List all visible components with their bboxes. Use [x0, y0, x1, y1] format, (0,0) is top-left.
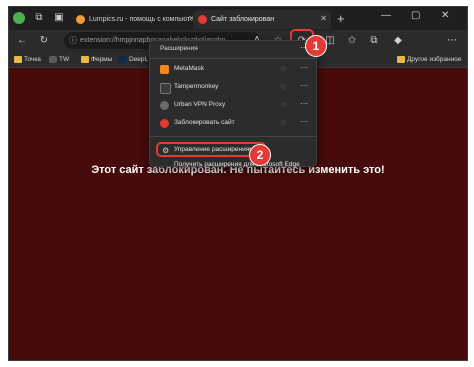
maximize-icon[interactable]: ▢ — [411, 10, 420, 21]
vpn-icon — [160, 101, 169, 110]
callout-step-2: 2 — [249, 144, 271, 166]
extension-item-urban-vpn[interactable]: Urban VPN Proxy ◌ ⋯ — [150, 98, 316, 113]
folder-icon — [397, 56, 405, 63]
eye-off-icon[interactable]: ◌ — [281, 82, 286, 91]
more-icon[interactable]: ⋯ — [445, 34, 459, 48]
info-icon[interactable]: ⓘ — [69, 32, 77, 49]
bookmark-folder[interactable]: Точка — [14, 54, 41, 65]
workspaces-icon[interactable]: ⧉ — [33, 12, 45, 24]
bookmark-item[interactable]: TW — [49, 54, 69, 65]
tab-label: Lumpics.ru - помощь с компьют… — [89, 16, 198, 23]
tampermonkey-icon — [160, 83, 171, 94]
eye-off-icon[interactable]: ◌ — [281, 118, 286, 127]
extensions-menu: Расширения ⋯ MetaMask ◌ ⋯ Tampermonkey ◌… — [149, 40, 317, 168]
tab-label: Сайт заблокирован — [211, 16, 275, 23]
callout-step-1: 1 — [305, 35, 327, 57]
bookmark-folder[interactable]: Фермы — [81, 54, 112, 65]
more-icon[interactable]: ⋯ — [300, 63, 308, 72]
folder-icon — [14, 56, 22, 63]
menu-title: Расширения — [160, 45, 198, 52]
avatar[interactable] — [13, 12, 25, 24]
bookmark-label: Фермы — [91, 56, 113, 63]
tab-strip: ⧉ ▣ Lumpics.ru - помощь с компьют… ✕ Сай… — [9, 7, 467, 30]
bookmark-folder-other[interactable]: Другое избранное — [397, 54, 461, 65]
blocked-favicon-icon — [198, 15, 207, 24]
lumpics-favicon-icon — [76, 15, 85, 24]
extension-name: Tampermonkey — [174, 83, 219, 90]
manage-extensions-label: Управление расширениями — [174, 146, 258, 153]
site-icon — [49, 56, 57, 63]
eye-off-icon[interactable]: ◌ — [281, 64, 286, 73]
close-tab-icon[interactable]: ✕ — [320, 14, 327, 23]
refresh-icon[interactable]: ↻ — [37, 34, 51, 48]
tab-lumpics[interactable]: Lumpics.ru - помощь с компьют… ✕ — [71, 10, 199, 29]
bookmark-label: TW — [59, 56, 70, 63]
favorites-icon[interactable]: ✩ — [345, 34, 359, 48]
minimize-icon[interactable]: — — [381, 10, 391, 21]
collections-icon[interactable]: ⧉ — [367, 34, 381, 48]
more-icon[interactable]: ⋯ — [300, 99, 308, 108]
get-extensions-item[interactable]: Получить расширения для Microsoft Edge — [174, 161, 300, 168]
more-icon[interactable]: ⋯ — [300, 81, 308, 90]
folder-icon — [81, 56, 89, 63]
browser-window: ⧉ ▣ Lumpics.ru - помощь с компьют… ✕ Сай… — [8, 6, 468, 361]
tab-blocked[interactable]: Сайт заблокирован ✕ — [193, 10, 331, 29]
copilot-icon[interactable]: ◆ — [391, 34, 405, 48]
extension-name: Urban VPN Proxy — [174, 101, 226, 108]
close-window-icon[interactable]: ✕ — [441, 10, 449, 21]
extension-item-tampermonkey[interactable]: Tampermonkey ◌ ⋯ — [150, 80, 316, 95]
deepl-icon — [119, 56, 127, 63]
back-icon[interactable]: ← — [15, 34, 29, 48]
extension-item-block-site[interactable]: Заблокировать сайт ◌ ⋯ — [150, 116, 316, 131]
divider — [150, 136, 316, 137]
extension-name: MetaMask — [174, 65, 204, 72]
extension-name: Заблокировать сайт — [174, 119, 235, 126]
bookmark-label: DeepL — [129, 56, 149, 63]
block-site-icon — [160, 119, 169, 128]
new-tab-icon[interactable]: + — [337, 11, 345, 26]
tab-actions-icon[interactable]: ▣ — [53, 12, 65, 24]
more-icon[interactable]: ⋯ — [300, 117, 308, 126]
bookmark-item[interactable]: DeepL — [119, 54, 148, 65]
gear-icon: ⚙ — [162, 146, 170, 155]
bookmark-label: Точка — [24, 56, 41, 63]
metamask-icon — [160, 65, 169, 74]
extension-item-metamask[interactable]: MetaMask ◌ ⋯ — [150, 62, 316, 77]
eye-off-icon[interactable]: ◌ — [281, 100, 286, 109]
bookmark-label: Другое избранное — [407, 56, 462, 63]
divider — [150, 58, 316, 59]
